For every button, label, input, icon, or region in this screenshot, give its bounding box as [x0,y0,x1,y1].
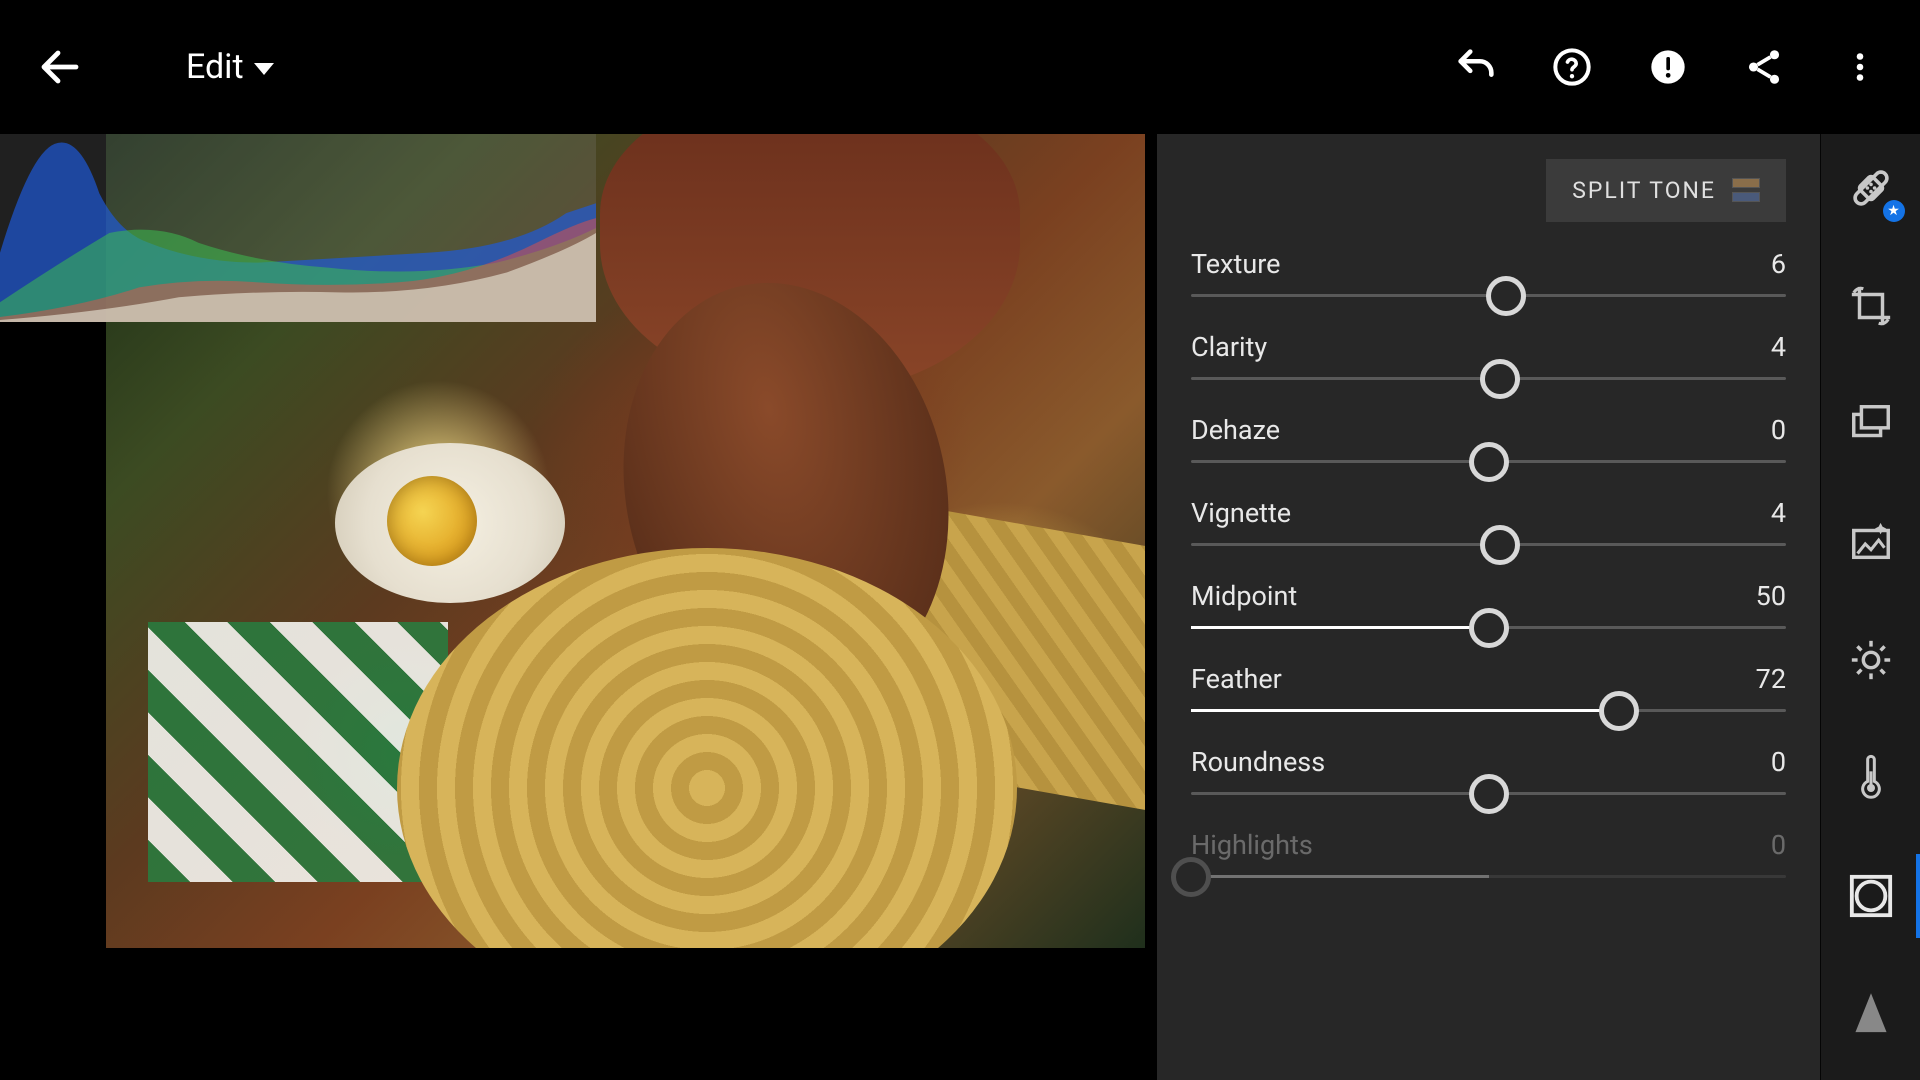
slider-track[interactable] [1191,377,1786,380]
slider-label: Vignette [1191,497,1291,529]
content: SPLIT TONE Texture 6 Clarity 4 Dehaze 0 Vignet… [0,134,1920,1080]
slider-track[interactable] [1191,709,1786,712]
slider-label: Midpoint [1191,580,1297,612]
more-menu-button[interactable] [1818,25,1902,109]
slider-dehaze[interactable]: Dehaze 0 [1191,414,1786,463]
thermometer-icon [1851,754,1891,802]
crop-icon [1848,283,1894,329]
slider-thumb[interactable] [1480,359,1520,399]
help-button[interactable] [1530,25,1614,109]
tool-rail: ★ [1820,134,1920,1080]
slider-label: Dehaze [1191,414,1280,446]
auto-tool[interactable] [1843,514,1899,570]
slider-track[interactable] [1191,543,1786,546]
slider-track[interactable] [1191,626,1786,629]
split-tone-icon [1732,178,1760,202]
slider-thumb[interactable] [1599,691,1639,731]
slider-track [1191,875,1786,878]
slider-clarity[interactable]: Clarity 4 [1191,331,1786,380]
info-button[interactable] [1626,25,1710,109]
premium-badge-icon: ★ [1883,200,1905,222]
caret-down-icon [254,63,274,75]
more-vertical-icon [1842,49,1878,85]
undo-button[interactable] [1434,25,1518,109]
detail-icon [1851,991,1891,1037]
slider-highlights: Highlights 0 [1191,829,1786,878]
slider-value: 4 [1771,331,1786,363]
slider-thumb[interactable] [1480,525,1520,565]
image-canvas-area[interactable] [0,134,1157,1080]
slider-label: Clarity [1191,331,1267,363]
top-bar: Edit [0,0,1920,134]
split-tone-button[interactable]: SPLIT TONE [1546,159,1786,222]
slider-vignette[interactable]: Vignette 4 [1191,497,1786,546]
slider-label: Texture [1191,248,1280,280]
slider-feather[interactable]: Feather 72 [1191,663,1786,712]
slider-thumb[interactable] [1469,442,1509,482]
effects-tool[interactable] [1843,868,1899,924]
slider-label: Roundness [1191,746,1325,778]
slider-thumb[interactable] [1469,608,1509,648]
slider-thumb[interactable] [1486,276,1526,316]
slider-value: 50 [1756,580,1786,612]
presets-tool[interactable] [1843,396,1899,452]
detail-tool[interactable] [1843,986,1899,1042]
split-tone-label: SPLIT TONE [1572,177,1716,204]
slider-midpoint[interactable]: Midpoint 50 [1191,580,1786,629]
slider-value: 4 [1771,497,1786,529]
slider-track[interactable] [1191,792,1786,795]
slider-value: 0 [1771,746,1786,778]
light-tool[interactable] [1843,632,1899,688]
vignette-icon [1848,873,1894,919]
heal-tool[interactable]: ★ [1843,160,1899,216]
mode-selector[interactable]: Edit [114,47,274,87]
slider-track[interactable] [1191,460,1786,463]
share-icon [1743,46,1785,88]
slider-value: 0 [1771,414,1786,446]
slider-value: 0 [1771,829,1786,861]
slider-value: 72 [1756,663,1786,695]
slider-value: 6 [1771,248,1786,280]
crop-tool[interactable] [1843,278,1899,334]
slider-track[interactable] [1191,294,1786,297]
back-arrow-icon [36,43,84,91]
back-button[interactable] [18,25,102,109]
mode-label: Edit [186,47,244,87]
undo-icon [1453,44,1499,90]
histogram[interactable] [0,134,596,322]
auto-enhance-icon [1848,519,1894,565]
color-tool[interactable] [1843,750,1899,806]
share-button[interactable] [1722,25,1806,109]
slider-thumb [1171,857,1211,897]
info-alert-icon [1648,47,1688,87]
effects-panel: SPLIT TONE Texture 6 Clarity 4 Dehaze 0 Vignet… [1157,134,1820,1080]
slider-texture[interactable]: Texture 6 [1191,248,1786,297]
slider-label: Feather [1191,663,1282,695]
help-icon [1552,47,1592,87]
slider-thumb[interactable] [1469,774,1509,814]
brightness-icon [1848,637,1894,683]
slider-label: Highlights [1191,829,1313,861]
slider-roundness[interactable]: Roundness 0 [1191,746,1786,795]
presets-icon [1848,401,1894,447]
sliders-list: Texture 6 Clarity 4 Dehaze 0 Vignette 4 Midpoint… [1191,248,1786,912]
